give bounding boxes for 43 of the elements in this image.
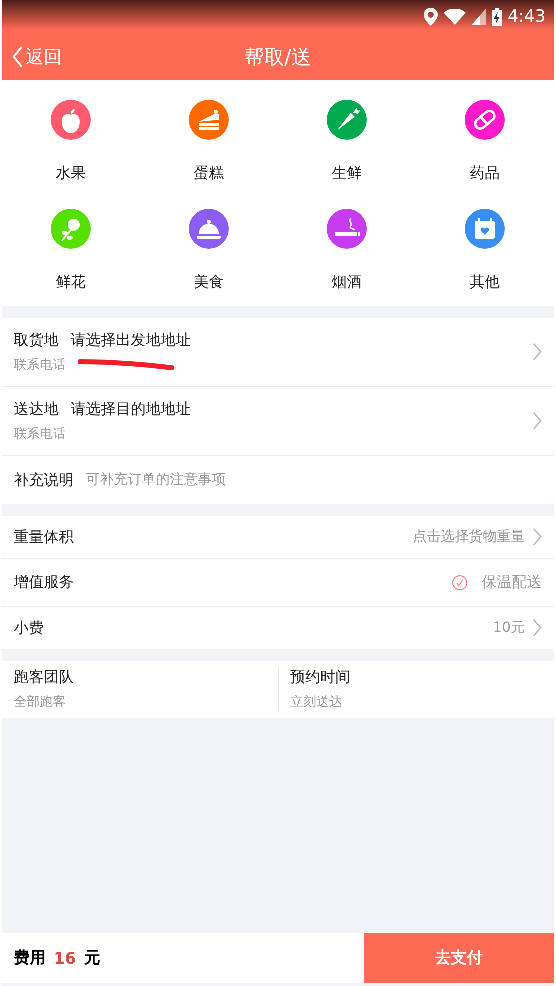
category-item[interactable]: 美食 [140,209,278,292]
status-time: 4:43 [508,7,546,27]
chevron-right-icon [533,528,542,546]
check-circle-icon[interactable] [452,574,468,590]
option-row[interactable]: 重量体积 点击选择货物重量 [2,516,554,559]
option-label: 增值服务 [14,573,74,592]
fee-unit: 元 [84,948,100,968]
fee-amount: 16 [54,948,76,968]
page-title: 帮取/送 [244,44,312,70]
category-item[interactable]: 蛋糕 [140,100,278,183]
option-label: 重量体积 [14,528,74,546]
fee-label: 费用 [14,948,46,968]
address-placeholder: 请选择目的地地址 [71,400,191,418]
category-item[interactable]: 生鲜 [278,100,416,183]
category-item[interactable]: 其他 [416,209,554,292]
address-row[interactable]: 取货地 请选择出发地地址 联系电话 [2,318,554,387]
address-label: 取货地 [14,330,59,350]
category-item[interactable]: 水果 [2,100,140,183]
option-value: 10元 [493,619,525,637]
option-row[interactable]: 小费 10元 [2,607,554,649]
address-placeholder: 请选择出发地地址 [71,330,191,350]
wifi-icon [444,9,466,25]
chevron-right-icon [533,412,542,430]
option-value: 保温配送 [482,573,542,592]
back-chevron-icon [12,46,24,68]
category-item[interactable]: 鲜花 [2,209,140,292]
address-label: 送达地 [14,400,59,418]
chevron-right-icon [533,343,542,361]
category-item[interactable]: 烟酒 [278,209,416,292]
phone-label: 联系电话 [14,426,66,442]
phone-label: 联系电话 [14,356,66,374]
option-row[interactable]: 增值服务 保温配送 [2,559,554,607]
chevron-right-icon [533,619,542,637]
location-icon [424,8,438,26]
note-label: 补充说明 [14,470,74,490]
setting-label: 预约时间 [290,668,352,687]
battery-charging-icon [492,8,502,26]
signal-icon [472,9,486,25]
option-value: 点击选择货物重量 [413,528,525,546]
option-label: 小费 [14,618,44,638]
address-row[interactable]: 送达地 请选择目的地地址 联系电话 [2,387,554,456]
setting-label: 跑客团队 [14,668,75,687]
category-item[interactable]: 药品 [416,100,554,183]
